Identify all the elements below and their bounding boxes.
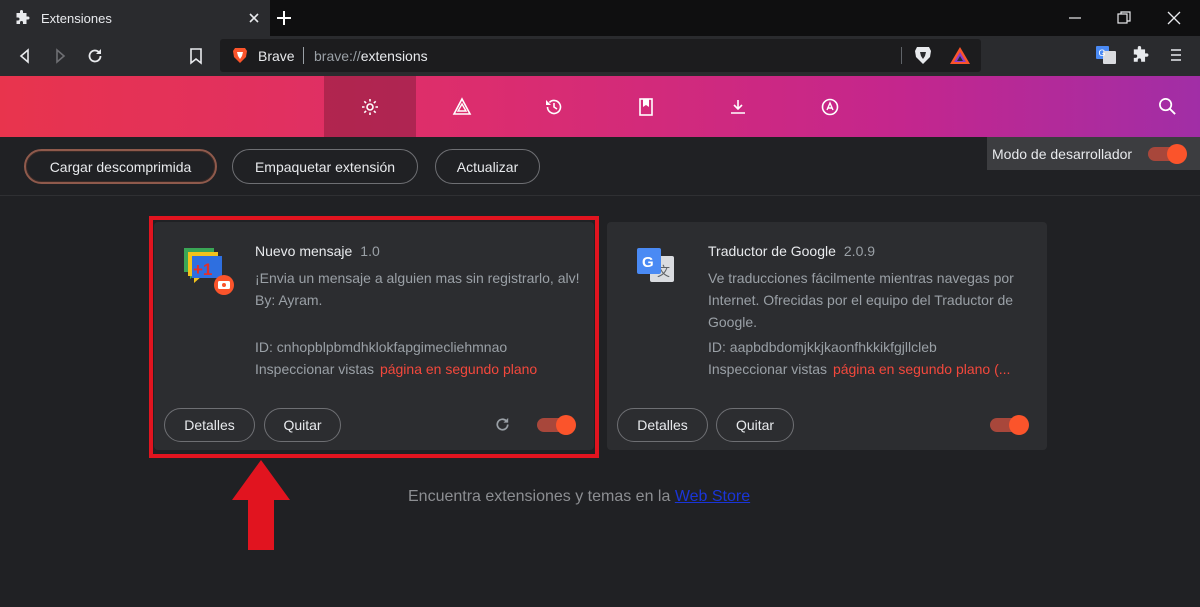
background-page-link[interactable]: página en segundo plano (...: [833, 361, 1010, 377]
extension-name: Traductor de Google 2.0.9: [708, 243, 876, 259]
nav-history[interactable]: [508, 76, 600, 137]
highlight-box: [149, 216, 599, 458]
address-brand: Brave: [258, 48, 295, 64]
reload-icon[interactable]: [85, 46, 105, 66]
svg-text:G: G: [1099, 48, 1106, 58]
details-button[interactable]: Detalles: [617, 408, 708, 442]
web-store-footer: Encuentra extensiones y temas en la Web …: [408, 488, 751, 505]
bookmarks-icon: [639, 97, 653, 116]
plus-icon[interactable]: [275, 9, 293, 27]
tab-extensions[interactable]: Extensiones: [0, 0, 270, 36]
extension-id: ID: aapbdbdomjkkjkaonfhkkikfgjllcleb: [708, 339, 937, 355]
settings-header: [0, 76, 1200, 137]
nav-settings[interactable]: [324, 76, 416, 137]
red-arrow-annotation: [232, 460, 290, 550]
window-close-icon[interactable]: [1165, 9, 1183, 27]
rewards-triangle-icon: [452, 96, 472, 115]
search-icon[interactable]: [1158, 97, 1177, 116]
history-icon: [546, 99, 562, 114]
address-separator-right: [901, 47, 902, 64]
brave-lion-icon: [233, 48, 247, 63]
extension-description: Ve traducciones fácilmente mientras nave…: [708, 270, 1014, 330]
developer-mode-toggle-row: Modo de desarrollador: [987, 137, 1200, 170]
developer-mode-label: Modo de desarrollador: [992, 145, 1133, 162]
remove-button[interactable]: Quitar: [716, 408, 794, 442]
extension-enable-toggle[interactable]: [990, 415, 1029, 435]
address-bar[interactable]: Brave brave://extensions: [220, 39, 981, 72]
wallet-icon: [821, 98, 839, 115]
menu-icon[interactable]: [1167, 46, 1185, 64]
restore-icon[interactable]: [1115, 9, 1133, 27]
tab-title: Extensiones: [41, 10, 112, 26]
pack-extension-button[interactable]: Empaquetar extensión: [232, 149, 418, 184]
browser-toolbar: Brave brave://extensions G: [0, 36, 1200, 76]
tab-strip: Extensiones: [0, 0, 1200, 36]
forward-icon[interactable]: [50, 46, 70, 66]
extensions-puzzle-icon[interactable]: [1131, 46, 1149, 64]
gear-icon: [362, 98, 378, 115]
address-url: brave://extensions: [314, 48, 428, 64]
header-divider: [0, 195, 1200, 196]
extension-version: 2.0.9: [843, 243, 876, 259]
download-icon: [731, 99, 745, 114]
brave-rewards-icon[interactable]: [950, 47, 970, 64]
brave-shields-icon[interactable]: [914, 46, 932, 65]
load-unpacked-button[interactable]: Cargar descomprimida: [24, 149, 217, 184]
update-button[interactable]: Actualizar: [435, 149, 540, 184]
nav-bookmarks[interactable]: [600, 76, 692, 137]
nav-rewards[interactable]: [416, 76, 508, 137]
extension-card-traductor-de-google: 文 G Traductor de Google 2.0.9 Ve traducci…: [607, 222, 1047, 450]
address-separator: [303, 47, 304, 64]
close-icon[interactable]: [246, 10, 262, 26]
nav-wallet[interactable]: [784, 76, 876, 137]
developer-mode-toggle[interactable]: [1148, 144, 1187, 164]
google-translate-extension-icon: 文 G: [637, 248, 674, 282]
back-icon[interactable]: [15, 46, 35, 66]
google-translate-icon[interactable]: G: [1096, 45, 1116, 65]
minimize-icon[interactable]: [1066, 9, 1084, 27]
puzzle-icon: [16, 10, 30, 24]
bookmark-icon[interactable]: [186, 46, 206, 66]
svg-text:G: G: [642, 254, 654, 271]
extension-inspect-views: Inspeccionar vistas página en segundo pl…: [708, 361, 1011, 377]
nav-downloads[interactable]: [692, 76, 784, 137]
web-store-link[interactable]: Web Store: [675, 488, 750, 505]
